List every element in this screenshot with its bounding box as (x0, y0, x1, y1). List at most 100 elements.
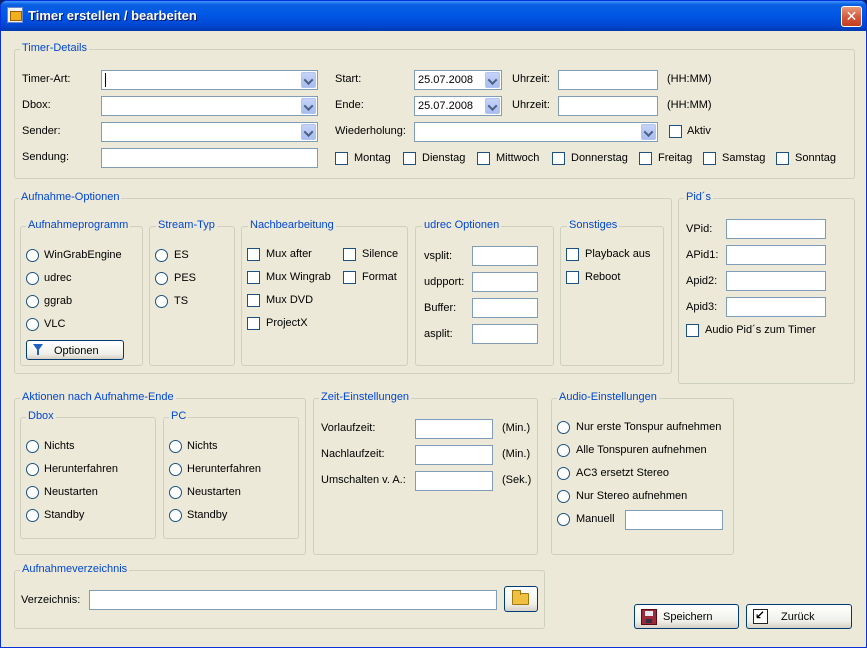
sonntag-checkbox[interactable] (776, 152, 789, 165)
radio-ac3-ersetzt-stereo[interactable] (557, 467, 570, 480)
chevron-down-icon[interactable] (641, 124, 656, 140)
chevron-down-icon[interactable] (485, 98, 500, 114)
mux-wingrab-checkbox[interactable] (247, 271, 260, 284)
umschalten-input[interactable] (415, 471, 493, 491)
sonstiges-legend: Sonstiges (567, 219, 620, 231)
start-label: Start: (335, 73, 362, 85)
radio-es[interactable] (155, 249, 168, 262)
radio-pc-nichts[interactable] (169, 440, 182, 453)
montag-checkbox[interactable] (335, 152, 348, 165)
asplit-input[interactable] (472, 324, 538, 344)
format-checkbox[interactable] (343, 271, 356, 284)
timer-art-label: Timer-Art: (22, 73, 71, 85)
chevron-down-icon[interactable] (301, 72, 316, 88)
title-bar[interactable]: Timer erstellen / bearbeiten ✕ (1, 1, 866, 31)
aufnahme-optionen-legend: Aufnahme-Optionen (19, 191, 122, 203)
sonntag-label: Sonntag (795, 152, 836, 164)
chevron-down-icon[interactable] (485, 72, 500, 88)
donnerstag-checkbox[interactable] (552, 152, 565, 165)
ende-date-picker[interactable]: 25.07.2008 (414, 96, 502, 116)
pc-nichts-label: Nichts (187, 440, 218, 452)
nachlaufzeit-unit: (Min.) (502, 448, 531, 460)
manuell-input[interactable] (625, 510, 723, 530)
window-title: Timer erstellen / bearbeiten (28, 8, 197, 23)
close-button[interactable]: ✕ (841, 6, 862, 27)
chevron-down-icon[interactable] (301, 124, 316, 140)
dienstag-label: Dienstag (422, 152, 466, 164)
apid3-input[interactable] (726, 297, 826, 317)
aktionen-legend: Aktionen nach Aufnahme-Ende (20, 391, 176, 403)
silence-checkbox[interactable] (343, 248, 356, 261)
sender-combo[interactable] (101, 122, 318, 142)
wiederholung-label: Wiederholung: (335, 125, 406, 137)
radio-dbox-herunterfahren[interactable] (26, 463, 39, 476)
speichern-button[interactable]: Speichern (634, 604, 739, 629)
radio-udrec[interactable] (26, 272, 39, 285)
audio-pids-checkbox[interactable] (686, 324, 699, 337)
radio-pes[interactable] (155, 272, 168, 285)
aktiv-checkbox[interactable] (669, 125, 682, 138)
mux-after-checkbox[interactable] (247, 248, 260, 261)
apid1-input[interactable] (726, 245, 826, 265)
start-time-input[interactable] (558, 70, 658, 90)
vlc-label: VLC (44, 318, 66, 330)
udpport-input[interactable] (472, 272, 538, 292)
dienstag-checkbox[interactable] (403, 152, 416, 165)
radio-wingrabengine[interactable] (26, 249, 39, 262)
browse-folder-button[interactable] (504, 586, 538, 612)
dbox-nichts-label: Nichts (44, 440, 75, 452)
ende-time-input[interactable] (558, 96, 658, 116)
timer-art-combo[interactable] (101, 70, 318, 90)
vorlaufzeit-input[interactable] (415, 419, 493, 439)
radio-dbox-neustarten[interactable] (26, 486, 39, 499)
wiederholung-combo[interactable] (414, 122, 658, 142)
vsplit-input[interactable] (472, 246, 538, 266)
mux-after-label: Mux after (266, 248, 312, 260)
sendung-label: Sendung: (22, 151, 70, 163)
apid2-input[interactable] (726, 271, 826, 291)
verzeichnis-input[interactable] (89, 590, 497, 610)
playback-aus-label: Playback aus (585, 248, 651, 260)
dbox-combo[interactable] (101, 96, 318, 116)
dbox-label: Dbox: (22, 99, 51, 111)
radio-dbox-standby[interactable] (26, 509, 39, 522)
buffer-input[interactable] (472, 298, 538, 318)
radio-dbox-nichts[interactable] (26, 440, 39, 453)
freitag-checkbox[interactable] (639, 152, 652, 165)
vorlaufzeit-label: Vorlaufzeit: (321, 422, 376, 434)
radio-pc-herunterfahren[interactable] (169, 463, 182, 476)
radio-vlc[interactable] (26, 318, 39, 331)
radio-pc-standby[interactable] (169, 509, 182, 522)
radio-nur-stereo[interactable] (557, 490, 570, 503)
timer-details-legend: Timer-Details (20, 42, 89, 54)
optionen-button[interactable]: Optionen (26, 340, 124, 360)
zurueck-button[interactable]: Zurück (746, 604, 852, 629)
buffer-label: Buffer: (424, 302, 457, 314)
radio-manuell[interactable] (557, 513, 570, 526)
radio-nur-erste-tonspur[interactable] (557, 421, 570, 434)
projectx-checkbox[interactable] (247, 317, 260, 330)
sendung-input[interactable] (101, 148, 318, 168)
samstag-checkbox[interactable] (703, 152, 716, 165)
sender-label: Sender: (22, 125, 61, 137)
mux-dvd-checkbox[interactable] (247, 294, 260, 307)
nachlaufzeit-input[interactable] (415, 445, 493, 465)
mux-wingrab-label: Mux Wingrab (266, 271, 331, 283)
floppy-disk-icon (641, 609, 657, 625)
playback-aus-checkbox[interactable] (566, 248, 579, 261)
start-date-picker[interactable]: 25.07.2008 (414, 70, 502, 90)
radio-ts[interactable] (155, 295, 168, 308)
pc-herunterfahren-label: Herunterfahren (187, 463, 261, 475)
udpport-label: udpport: (424, 276, 465, 288)
timer-dialog: Timer erstellen / bearbeiten ✕ Timer-Det… (0, 0, 867, 648)
radio-ggrab[interactable] (26, 295, 39, 308)
pes-label: PES (174, 272, 197, 284)
radio-alle-tonspuren[interactable] (557, 444, 570, 457)
chevron-down-icon[interactable] (301, 98, 316, 114)
reboot-checkbox[interactable] (566, 271, 579, 284)
mux-dvd-label: Mux DVD (266, 294, 314, 306)
nachlaufzeit-label: Nachlaufzeit: (321, 448, 385, 460)
mittwoch-checkbox[interactable] (477, 152, 490, 165)
vpid-input[interactable] (726, 219, 826, 239)
radio-pc-neustarten[interactable] (169, 486, 182, 499)
